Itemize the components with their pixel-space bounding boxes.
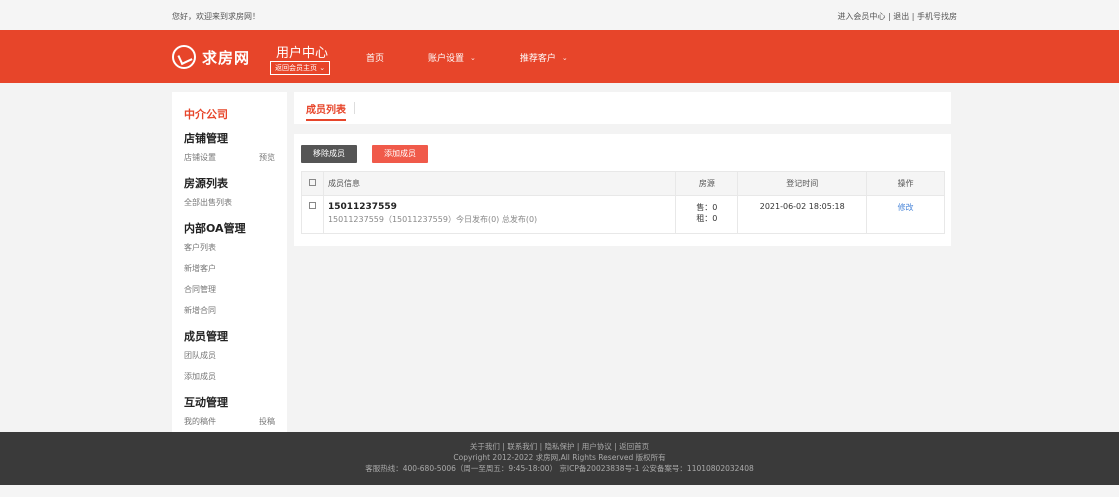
sidebar-item-label: 团队成员 — [184, 351, 216, 360]
sidebar-item[interactable]: 添加成员 — [184, 371, 275, 392]
sale-count: 售：0 — [696, 203, 718, 212]
tab-member-list[interactable]: 成员列表 — [306, 101, 346, 121]
column-header-op: 操作 — [866, 171, 945, 196]
sidebar-section-title: 内部OA管理 — [184, 222, 246, 235]
footer-contact: 客服热线：400-680-5006（周一至周五：9:45-18:00） 京ICP… — [365, 464, 754, 473]
back-home-button[interactable]: 返回会员主页 ⌄ — [270, 61, 331, 75]
column-header-time: 登记时间 — [737, 171, 868, 196]
header: 求房网 用户中心 返回会员主页 ⌄ 首页 账户设置 ⌄ 推荐客户 ⌄ — [0, 30, 1119, 83]
footer: 关于我们 | 联系我们 | 隐私保护 | 用户协议 | 返回首页 Copyrig… — [0, 432, 1119, 485]
rent-count: 租：0 — [696, 214, 718, 223]
content-header: 成员列表 — [294, 92, 951, 124]
top-bar: 您好，欢迎来到求房网！ 进入会员中心 | 退出 | 手机号找房 — [0, 0, 1119, 30]
select-all-cell — [301, 171, 324, 196]
sidebar-item-label: 客户列表 — [184, 243, 216, 252]
column-header-info: 成员信息 — [322, 171, 677, 196]
nav-item-0[interactable]: 首页 — [366, 51, 384, 64]
sidebar-item-extra-link[interactable]: 预览 — [259, 152, 275, 173]
sidebar-item[interactable]: 合同管理 — [184, 284, 275, 305]
row-checkbox[interactable] — [308, 202, 316, 209]
footer-copyright: Copyright 2012-2022 求房网,All Rights Reser… — [453, 453, 666, 462]
nav-item-1[interactable]: 账户设置 ⌄ — [428, 51, 476, 65]
page-title: 用户中心 — [276, 46, 329, 61]
logo-icon — [172, 45, 196, 69]
sidebar-item[interactable]: 新增合同 — [184, 305, 275, 326]
sidebar-section-title: 房源列表 — [184, 177, 228, 190]
nav-item-label: 推荐客户 — [519, 54, 556, 64]
sidebar-company[interactable]: 中介公司 — [184, 106, 275, 122]
table-header-row: 成员信息 房源 登记时间 操作 — [301, 171, 945, 196]
sidebar-item[interactable]: 团队成员 — [184, 350, 275, 371]
member-table: 成员信息 房源 登记时间 操作 15011237559 15011237559（1… — [301, 171, 945, 234]
op-cell: 修改 — [866, 195, 945, 234]
logo[interactable]: 求房网 — [172, 45, 250, 69]
sidebar-item-label: 新增合同 — [184, 306, 216, 315]
sidebar-section-title: 互动管理 — [184, 396, 228, 409]
sidebar-item[interactable]: 客户列表 — [184, 242, 275, 263]
chevron-down-icon: ⌄ — [561, 53, 568, 62]
house-cell: 售：0 租：0 — [675, 195, 739, 234]
top-links[interactable]: 进入会员中心 | 退出 | 手机号找房 — [837, 11, 957, 22]
sidebar-item-label: 全部出售列表 — [184, 198, 232, 207]
row-select-cell — [301, 195, 324, 234]
member-name: 15011237559 — [327, 202, 397, 212]
sidebar: 中介公司 店铺管理店铺设置 预览房源列表全部出售列表内部OA管理客户列表新增客户合… — [172, 92, 287, 432]
sidebar-section-title: 成员管理 — [184, 330, 228, 343]
select-all-checkbox[interactable] — [308, 179, 316, 186]
brand-name: 求房网 — [202, 48, 251, 67]
divider — [354, 102, 355, 114]
sidebar-item[interactable]: 全部出售列表 — [184, 197, 275, 218]
welcome-text: 您好，欢迎来到求房网！ — [172, 12, 260, 21]
chevron-down-icon: ⌄ — [470, 53, 476, 62]
main-nav: 首页 账户设置 ⌄ 推荐客户 ⌄ — [366, 51, 612, 65]
bottom-strip — [0, 485, 1119, 497]
sidebar-section-title: 店铺管理 — [184, 132, 228, 145]
back-home-label: 返回会员主页 — [275, 64, 317, 72]
member-panel: 移除成员 添加成员 成员信息 房源 登记时间 操作 15011237559 150… — [294, 134, 951, 246]
sidebar-item[interactable]: 店铺设置 预览 — [184, 152, 275, 173]
member-detail: 15011237559（15011237559）今日发布(0) 总发布(0) — [327, 215, 538, 224]
register-time: 2021-06-02 18:05:18 — [737, 195, 868, 234]
nav-item-label: 账户设置 — [428, 54, 465, 64]
footer-links[interactable]: 关于我们 | 联系我们 | 隐私保护 | 用户协议 | 返回首页 — [0, 432, 1119, 452]
add-member-button[interactable]: 添加成员 — [372, 145, 428, 163]
column-header-house: 房源 — [675, 171, 739, 196]
sidebar-item-label: 合同管理 — [184, 285, 216, 294]
nav-item-label: 首页 — [366, 54, 385, 64]
table-row: 15011237559 15011237559（15011237559）今日发布(… — [301, 195, 945, 234]
member-info-cell: 15011237559 15011237559（15011237559）今日发布(… — [322, 195, 677, 234]
remove-member-button[interactable]: 移除成员 — [301, 145, 357, 163]
sidebar-item-label: 店铺设置 — [184, 153, 216, 162]
sidebar-item-label: 添加成员 — [184, 372, 216, 381]
chevron-down-icon: ⌄ — [319, 64, 326, 72]
edit-link[interactable]: 修改 — [898, 203, 914, 212]
sidebar-item-label: 新增客户 — [184, 264, 216, 273]
nav-item-2[interactable]: 推荐客户 ⌄ — [519, 51, 568, 65]
sidebar-item[interactable]: 新增客户 — [184, 263, 275, 284]
